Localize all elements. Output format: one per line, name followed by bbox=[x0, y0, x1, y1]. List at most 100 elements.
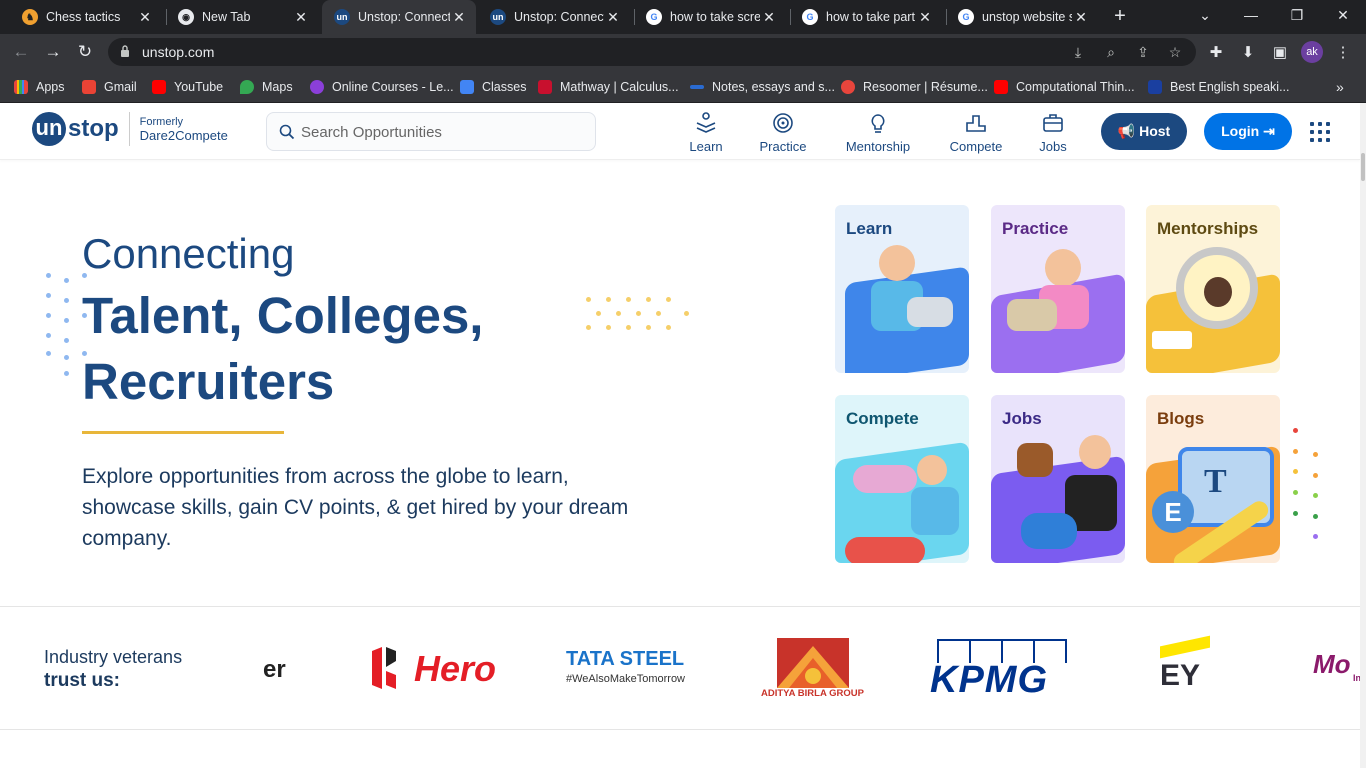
nav-compete[interactable]: Compete bbox=[944, 111, 1008, 154]
share-icon[interactable]: ⇪ bbox=[1133, 42, 1153, 62]
profile-avatar[interactable]: ak bbox=[1301, 41, 1323, 63]
hero-description: Explore opportunities from across the gl… bbox=[82, 465, 629, 550]
trust-heading: Industry veterans bbox=[44, 647, 183, 667]
google-icon: G bbox=[646, 9, 662, 25]
bookmark-apps[interactable]: Apps bbox=[14, 76, 65, 98]
page-content: un stop Formerly Dare2Compete Search Opp… bbox=[0, 103, 1360, 768]
tab-google-1[interactable]: G how to take scre ✕ bbox=[634, 0, 786, 34]
bookmarks-overflow-icon[interactable]: » bbox=[1336, 76, 1344, 98]
login-icon: ⇥ bbox=[1263, 123, 1275, 139]
nav-mentorship[interactable]: Mentorship bbox=[838, 111, 918, 154]
tab-title: Chess tactics bbox=[46, 10, 121, 24]
bookmark-maps[interactable]: Maps bbox=[240, 76, 293, 98]
install-icon[interactable]: ⤓ bbox=[1068, 42, 1088, 62]
login-button[interactable]: Login ⇥ bbox=[1204, 113, 1292, 150]
new-tab-button[interactable]: + bbox=[1108, 4, 1132, 28]
chess-icon: ♞ bbox=[22, 9, 38, 25]
unstop-icon: un bbox=[334, 9, 350, 25]
target-icon bbox=[773, 113, 793, 133]
tab-title: Unstop: Connecti bbox=[358, 10, 450, 24]
close-icon[interactable]: ✕ bbox=[450, 9, 468, 26]
zoom-icon[interactable]: ⌕ bbox=[1101, 42, 1121, 62]
bookmark-classes[interactable]: Classes bbox=[460, 76, 526, 98]
bookmark-mathway[interactable]: Mathway | Calculus... bbox=[538, 76, 679, 98]
tab-new-tab[interactable]: ◉ New Tab ✕ bbox=[166, 0, 318, 34]
notes-icon bbox=[690, 85, 704, 89]
unstop-logo[interactable]: un stop Formerly Dare2Compete bbox=[32, 112, 228, 146]
tab-unstop-active[interactable]: un Unstop: Connecti ✕ bbox=[322, 0, 476, 34]
hero-line-1: Connecting bbox=[82, 230, 295, 277]
extensions-icon[interactable]: ✚ bbox=[1205, 42, 1227, 64]
learn-icon bbox=[696, 112, 716, 133]
tab-unstop[interactable]: un Unstop: Connect ✕ bbox=[478, 0, 630, 34]
nav-jobs[interactable]: Jobs bbox=[1034, 111, 1072, 154]
tab-search-icon[interactable]: ⌄ bbox=[1182, 0, 1228, 30]
site-header: un stop Formerly Dare2Compete Search Opp… bbox=[0, 103, 1360, 160]
unstop-icon: un bbox=[490, 9, 506, 25]
close-icon[interactable]: ✕ bbox=[760, 9, 778, 26]
card-mentorships[interactable]: Mentorships bbox=[1146, 205, 1280, 373]
tab-google-2[interactable]: G how to take part ✕ bbox=[790, 0, 942, 34]
course-icon bbox=[310, 80, 324, 94]
close-icon[interactable]: ✕ bbox=[136, 9, 154, 26]
bookmark-english[interactable]: Best English speaki... bbox=[1148, 76, 1290, 98]
hero-headline: Talent, Colleges, Recruiters bbox=[82, 287, 484, 410]
restore-button[interactable]: ❐ bbox=[1274, 0, 1320, 30]
host-button[interactable]: 📢 Host bbox=[1101, 113, 1187, 150]
tab-title: unstop website s bbox=[982, 10, 1072, 24]
podium-icon bbox=[966, 115, 986, 132]
nav-practice[interactable]: Practice bbox=[754, 111, 812, 154]
tab-chess[interactable]: ♞ Chess tactics ✕ bbox=[10, 0, 162, 34]
card-jobs[interactable]: Jobs bbox=[991, 395, 1125, 563]
tab-strip: ♞ Chess tactics ✕ ◉ New Tab ✕ un Unstop:… bbox=[0, 0, 1366, 34]
bookmark-notes[interactable]: Notes, essays and s... bbox=[690, 76, 835, 98]
address-bar[interactable] bbox=[108, 38, 1196, 66]
hero-h-mark-icon bbox=[372, 647, 396, 689]
close-icon[interactable]: ✕ bbox=[604, 9, 622, 26]
card-practice[interactable]: Practice bbox=[991, 205, 1125, 373]
card-blogs[interactable]: T E Blogs bbox=[1146, 395, 1280, 563]
close-icon[interactable]: ✕ bbox=[916, 9, 934, 26]
bookmark-star-icon[interactable]: ☆ bbox=[1165, 42, 1185, 62]
apps-icon bbox=[14, 80, 28, 94]
bookmark-resoomer[interactable]: Resoomer | Résume... bbox=[841, 76, 988, 98]
close-icon[interactable]: ✕ bbox=[292, 9, 310, 26]
gmail-icon bbox=[82, 80, 96, 94]
bulb-icon bbox=[871, 114, 885, 133]
bookmark-online-courses[interactable]: Online Courses - Le... bbox=[310, 76, 454, 98]
tab-title: how to take part bbox=[826, 10, 915, 24]
nav-learn[interactable]: Learn bbox=[684, 111, 728, 154]
apps-grid-icon[interactable] bbox=[1310, 122, 1330, 142]
bookmark-youtube[interactable]: YouTube bbox=[152, 76, 223, 98]
chrome-icon: ◉ bbox=[178, 9, 194, 25]
trust-subheading: trust us: bbox=[44, 670, 120, 691]
bookmark-computational[interactable]: Computational Thin... bbox=[994, 76, 1135, 98]
youtube-icon bbox=[152, 80, 166, 94]
forward-icon[interactable]: → bbox=[40, 39, 66, 65]
close-icon[interactable]: ✕ bbox=[1072, 9, 1090, 26]
sun-emblem-icon bbox=[777, 638, 849, 688]
search-icon bbox=[279, 124, 295, 140]
card-compete[interactable]: Compete bbox=[835, 395, 969, 563]
page-scrollbar[interactable] bbox=[1360, 103, 1366, 768]
flag-icon bbox=[1148, 80, 1162, 94]
url-text[interactable]: unstop.com bbox=[142, 44, 214, 60]
side-panel-icon[interactable]: ▣ bbox=[1269, 42, 1291, 64]
bookmark-gmail[interactable]: Gmail bbox=[82, 76, 137, 98]
close-window-button[interactable]: ✕ bbox=[1320, 0, 1366, 30]
classroom-icon bbox=[460, 80, 474, 94]
card-learn[interactable]: Learn bbox=[835, 205, 969, 373]
lock-icon[interactable] bbox=[120, 44, 130, 58]
reload-icon[interactable]: ↻ bbox=[72, 39, 98, 65]
search-input[interactable]: Search Opportunities bbox=[266, 112, 596, 151]
scrollbar-thumb[interactable] bbox=[1361, 153, 1365, 181]
tab-google-3[interactable]: G unstop website s ✕ bbox=[946, 0, 1098, 34]
briefcase-icon bbox=[1043, 114, 1063, 132]
tab-title: New Tab bbox=[202, 10, 251, 24]
google-icon: G bbox=[958, 9, 974, 25]
megaphone-icon: 📢 bbox=[1117, 123, 1136, 139]
downloads-icon[interactable]: ⬇ bbox=[1237, 42, 1259, 64]
back-icon[interactable]: ← bbox=[8, 39, 34, 65]
minimize-button[interactable]: — bbox=[1228, 0, 1274, 30]
menu-icon[interactable]: ⋮ bbox=[1332, 42, 1354, 64]
